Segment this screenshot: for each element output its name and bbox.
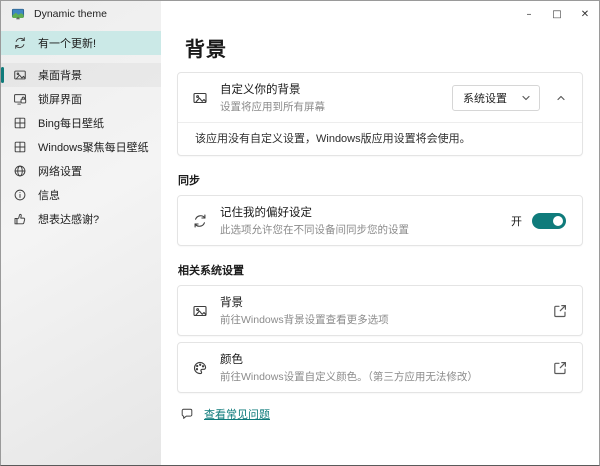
card-title: 记住我的偏好设定 bbox=[220, 207, 312, 219]
sidebar-item-network-settings[interactable]: 网络设置 bbox=[1, 159, 161, 183]
sync-icon bbox=[191, 212, 208, 229]
sidebar-item-bing-daily-wallpaper[interactable]: Bing每日壁纸 bbox=[1, 111, 161, 135]
card-title: 颜色 bbox=[220, 354, 243, 366]
titlebar-left: Dynamic theme bbox=[1, 1, 161, 27]
card-subtitle: 设置将应用到所有屏幕 bbox=[220, 101, 325, 113]
maximize-button[interactable]: □ bbox=[543, 1, 571, 27]
related-background-card: 背景 前往Windows背景设置查看更多选项 bbox=[177, 285, 583, 336]
page-title: 背景 bbox=[185, 39, 227, 61]
external-link-icon bbox=[551, 359, 568, 376]
lockscreen-icon bbox=[12, 92, 27, 107]
sidebar-item-label: 网络设置 bbox=[38, 166, 82, 178]
related-color-texts: 颜色 前往Windows设置自定义颜色。（第三方应用无法修改） bbox=[220, 351, 537, 384]
sidebar-item-label: Bing每日壁纸 bbox=[38, 118, 105, 130]
external-link-icon bbox=[551, 302, 568, 319]
refresh-icon bbox=[12, 36, 27, 51]
minimize-button[interactable]: – bbox=[515, 1, 543, 27]
app-window: Dynamic theme 有一个更新! 桌面背景 锁屏界面 Bing每日壁纸 … bbox=[0, 0, 600, 466]
open-windows-background-settings-button[interactable] bbox=[549, 302, 570, 319]
sidebar: Dynamic theme 有一个更新! 桌面背景 锁屏界面 Bing每日壁纸 … bbox=[1, 1, 161, 465]
toggle-knob bbox=[553, 215, 563, 226]
related-section-header: 相关系统设置 bbox=[178, 265, 244, 277]
sync-section-header: 同步 bbox=[178, 175, 200, 187]
sidebar-item-desktop-background[interactable]: 桌面背景 bbox=[1, 63, 161, 87]
sync-toggle[interactable] bbox=[532, 212, 566, 229]
card-subtitle: 前往Windows设置自定义颜色。（第三方应用无法修改） bbox=[220, 371, 478, 383]
main-column: – □ ✕ 背景 自定义你的背景 设置将应用到所有屏幕 系统设置 该应用没有自定… bbox=[161, 1, 599, 465]
related-color-card: 颜色 前往Windows设置自定义颜色。（第三方应用无法修改） bbox=[177, 342, 583, 393]
app-logo-icon bbox=[10, 7, 25, 22]
sidebar-item-label: 锁屏界面 bbox=[38, 94, 82, 106]
chat-bubble-icon bbox=[179, 407, 194, 422]
palette-icon bbox=[191, 359, 208, 376]
info-icon bbox=[12, 188, 27, 203]
customize-background-row: 自定义你的背景 设置将应用到所有屏幕 系统设置 bbox=[178, 73, 582, 122]
sidebar-item-label: 有一个更新! bbox=[38, 38, 97, 50]
faq-link[interactable]: 查看常见问题 bbox=[204, 406, 270, 422]
related-background-texts: 背景 前往Windows背景设置查看更多选项 bbox=[220, 294, 537, 327]
sidebar-item-label: 信息 bbox=[38, 190, 60, 202]
titlebar: – □ ✕ bbox=[161, 1, 599, 27]
card-subtitle: 前往Windows背景设置查看更多选项 bbox=[220, 314, 389, 326]
sync-preferences-texts: 记住我的偏好设定 此选项允许您在不同设备间同步您的设置 bbox=[220, 204, 499, 237]
related-background-row: 背景 前往Windows背景设置查看更多选项 bbox=[178, 286, 582, 335]
sidebar-item-info[interactable]: 信息 bbox=[1, 183, 161, 207]
faq-row: 查看常见问题 bbox=[179, 406, 583, 422]
background-source-dropdown[interactable]: 系统设置 bbox=[452, 84, 540, 111]
sidebar-item-spotlight-daily-wallpaper[interactable]: Windows聚焦每日壁纸 bbox=[1, 135, 161, 159]
window-title: Dynamic theme bbox=[34, 8, 107, 20]
image-icon bbox=[191, 302, 208, 319]
grid-icon bbox=[12, 140, 27, 155]
collapse-card-button[interactable] bbox=[552, 93, 570, 103]
chevron-up-icon bbox=[556, 93, 566, 103]
image-icon bbox=[191, 89, 208, 106]
sidebar-item-say-thanks[interactable]: 想表达感谢? bbox=[1, 207, 161, 231]
open-windows-color-settings-button[interactable] bbox=[549, 359, 570, 376]
image-icon bbox=[12, 68, 27, 83]
main-content: 背景 自定义你的背景 设置将应用到所有屏幕 系统设置 该应用没有自定义设置，Wi… bbox=[161, 27, 599, 465]
globe-icon bbox=[12, 164, 27, 179]
sidebar-nav: 桌面背景 锁屏界面 Bing每日壁纸 Windows聚焦每日壁纸 网络设置 信息… bbox=[1, 63, 161, 231]
grid-icon bbox=[12, 116, 27, 131]
sync-preferences-card: 记住我的偏好设定 此选项允许您在不同设备间同步您的设置 开 bbox=[177, 195, 583, 246]
sync-toggle-wrap: 开 bbox=[511, 212, 570, 229]
card-title: 背景 bbox=[220, 297, 243, 309]
sync-preferences-row: 记住我的偏好设定 此选项允许您在不同设备间同步您的设置 开 bbox=[178, 196, 582, 245]
related-color-row: 颜色 前往Windows设置自定义颜色。（第三方应用无法修改） bbox=[178, 343, 582, 392]
chevron-down-icon bbox=[521, 93, 531, 103]
no-custom-settings-message: 该应用没有自定义设置，Windows版应用设置将会使用。 bbox=[178, 122, 582, 155]
thumbs-up-icon bbox=[12, 212, 27, 227]
sidebar-item-lock-screen[interactable]: 锁屏界面 bbox=[1, 87, 161, 111]
sidebar-item-label: 想表达感谢? bbox=[38, 214, 100, 226]
customize-background-texts: 自定义你的背景 设置将应用到所有屏幕 bbox=[220, 81, 440, 114]
sidebar-item-update[interactable]: 有一个更新! bbox=[1, 31, 161, 55]
toggle-state-label: 开 bbox=[511, 215, 522, 228]
card-title: 自定义你的背景 bbox=[220, 84, 301, 96]
close-button[interactable]: ✕ bbox=[571, 1, 599, 27]
customize-background-card: 自定义你的背景 设置将应用到所有屏幕 系统设置 该应用没有自定义设置，Windo… bbox=[177, 72, 583, 156]
sidebar-item-label: Windows聚焦每日壁纸 bbox=[38, 142, 149, 154]
card-subtitle: 此选项允许您在不同设备间同步您的设置 bbox=[220, 224, 409, 236]
sidebar-item-label: 桌面背景 bbox=[38, 70, 82, 82]
dropdown-value: 系统设置 bbox=[463, 92, 507, 105]
